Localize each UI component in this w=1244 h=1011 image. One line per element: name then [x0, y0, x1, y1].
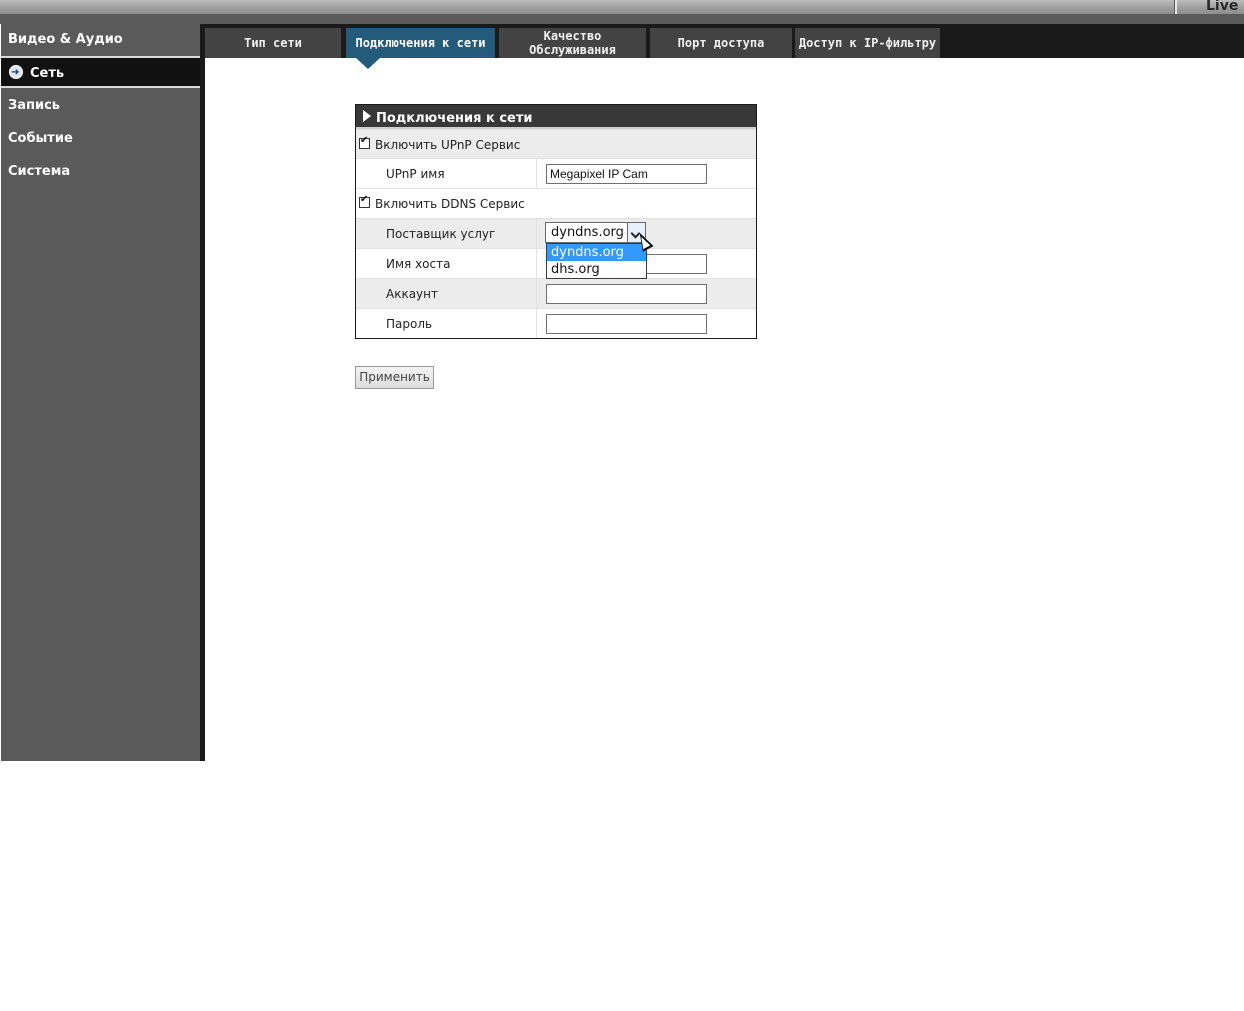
- panel-header: Подключения к сети: [356, 105, 756, 129]
- sidebar-item-label: Видео & Аудио: [8, 32, 123, 47]
- sidebar-item-system[interactable]: Система: [1, 156, 200, 188]
- tab-ip-filter[interactable]: Доступ к IP-фильтру: [795, 28, 940, 58]
- tab-label: Доступ к IP-фильтру: [798, 36, 937, 50]
- header-separator: [1174, 0, 1177, 15]
- account-row: Аккаунт: [356, 278, 756, 308]
- sidebar-item-video-audio[interactable]: Видео & Аудио: [1, 24, 200, 56]
- column-divider: [536, 249, 537, 278]
- sidebar-item-label: Система: [8, 164, 71, 179]
- triangle-right-icon: [363, 110, 371, 122]
- tab-label: Качество Обслуживания: [529, 29, 616, 57]
- sidebar-item-label: Сеть: [30, 66, 65, 81]
- arrow-circle-icon: [9, 57, 23, 89]
- header-strip: [0, 14, 1244, 24]
- provider-selected-value: dyndns.org: [551, 225, 624, 240]
- upnp-enable-checkbox[interactable]: [359, 135, 370, 149]
- upnp-enable-row: Включить UPnP Сервис: [356, 129, 756, 159]
- sidebar-item-network[interactable]: Сеть: [1, 56, 200, 89]
- upnp-name-input[interactable]: Megapixel IP Cam: [546, 164, 707, 184]
- ddns-enable-label: Включить DDNS Сервис: [375, 197, 525, 211]
- password-row: Пароль: [356, 308, 756, 338]
- sidebar: Видео & Аудио Сеть Запись Событие Систем…: [1, 24, 200, 761]
- provider-select[interactable]: dyndns.org: [545, 222, 646, 243]
- tab-access-port[interactable]: Порт доступа: [650, 28, 792, 58]
- ddns-enable-checkbox[interactable]: [359, 194, 370, 208]
- sidebar-item-event[interactable]: Событие: [1, 123, 200, 155]
- tab-label: Подключения к сети: [355, 36, 486, 50]
- apply-button[interactable]: Применить: [355, 366, 434, 389]
- active-tab-pointer: [356, 58, 380, 69]
- account-input[interactable]: [546, 284, 707, 304]
- password-input[interactable]: [546, 314, 707, 334]
- tab-qos[interactable]: Качество Обслуживания: [499, 28, 646, 58]
- password-label: Пароль: [386, 317, 433, 331]
- column-divider: [536, 159, 537, 188]
- upnp-enable-label: Включить UPnP Сервис: [375, 138, 521, 152]
- account-label: Аккаунт: [386, 287, 438, 301]
- provider-option-dyndns[interactable]: dyndns.org: [547, 244, 646, 261]
- tab-bar: Тип сети Подключения к сети Качество Обс…: [205, 24, 1244, 58]
- column-divider: [536, 219, 537, 248]
- provider-label: Поставщик услуг: [386, 227, 496, 241]
- hostname-label: Имя хоста: [386, 257, 451, 271]
- ddns-enable-row: Включить DDNS Сервис: [356, 188, 756, 218]
- tab-network-type[interactable]: Тип сети: [205, 28, 341, 58]
- live-link[interactable]: Live: [1206, 0, 1238, 14]
- tab-label: Порт доступа: [677, 36, 765, 50]
- column-divider: [536, 309, 537, 338]
- sidebar-item-label: Событие: [8, 131, 73, 146]
- provider-option-dhs[interactable]: dhs.org: [547, 261, 646, 278]
- sidebar-divider: [200, 24, 205, 761]
- upnp-name-row: UPnP имя Megapixel IP Cam: [356, 158, 756, 188]
- tab-network-connections[interactable]: Подключения к сети: [346, 28, 495, 58]
- upnp-name-label: UPnP имя: [386, 167, 445, 181]
- sidebar-item-recording[interactable]: Запись: [1, 90, 200, 122]
- tab-label: Тип сети: [244, 36, 302, 50]
- sidebar-item-label: Запись: [8, 98, 61, 113]
- provider-dropdown-list: dyndns.org dhs.org: [546, 243, 647, 279]
- panel-title: Подключения к сети: [376, 111, 533, 126]
- column-divider: [536, 279, 537, 308]
